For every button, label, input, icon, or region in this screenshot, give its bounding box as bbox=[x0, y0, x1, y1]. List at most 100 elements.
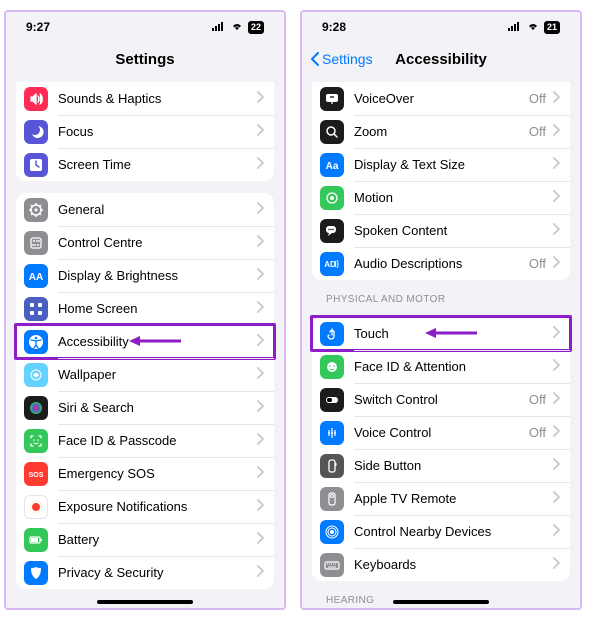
list-item-label: Focus bbox=[58, 124, 93, 139]
status-right: 21 bbox=[508, 20, 560, 34]
homescreen-icon bbox=[24, 297, 48, 321]
list-item-value: Off bbox=[529, 124, 546, 139]
list-item-label: Sounds & Haptics bbox=[58, 91, 161, 106]
list-item-value: Off bbox=[529, 392, 546, 407]
list-item-value: Off bbox=[529, 425, 546, 440]
arrow-annotation bbox=[126, 329, 186, 358]
list-item[interactable]: Touch bbox=[312, 317, 570, 350]
list-item[interactable]: Aa Display & Text Size bbox=[312, 148, 570, 181]
sounds-icon bbox=[24, 87, 48, 111]
list-item[interactable]: Focus bbox=[16, 115, 274, 148]
screentime-icon bbox=[24, 153, 48, 177]
list-item[interactable]: ZoomOff bbox=[312, 115, 570, 148]
list-item-label: Display & Text Size bbox=[354, 157, 465, 172]
list-item[interactable]: Keyboards bbox=[312, 548, 570, 581]
list-item[interactable]: Motion bbox=[312, 181, 570, 214]
list-item[interactable]: ADAudio DescriptionsOff bbox=[312, 247, 570, 280]
list-item-label: Spoken Content bbox=[354, 223, 447, 238]
svg-text:SOS: SOS bbox=[29, 472, 44, 479]
chevron-right-icon bbox=[256, 531, 264, 549]
list-item-label: Privacy & Security bbox=[58, 565, 163, 580]
chevron-right-icon bbox=[256, 498, 264, 516]
settings-list[interactable]: Sounds & Haptics Focus Screen Time GeneralC… bbox=[6, 76, 284, 608]
list-item[interactable]: Side Button bbox=[312, 449, 570, 482]
home-indicator[interactable] bbox=[393, 600, 489, 604]
chevron-right-icon bbox=[256, 366, 264, 384]
accessibility-list[interactable]: VoiceOverOffZoomOffAaDisplay & Text Size… bbox=[302, 76, 580, 608]
list-item[interactable]: Wallpaper bbox=[16, 358, 274, 391]
list-group: Sounds & Haptics Focus Screen Time bbox=[16, 82, 274, 181]
list-item[interactable]: General bbox=[16, 193, 274, 226]
list-item[interactable]: Battery bbox=[16, 523, 274, 556]
back-label: Settings bbox=[322, 51, 373, 67]
exposure-icon bbox=[24, 495, 48, 519]
signal-icon bbox=[212, 20, 226, 34]
chevron-right-icon bbox=[552, 325, 560, 343]
privacy-icon bbox=[24, 561, 48, 585]
list-item-label: Exposure Notifications bbox=[58, 499, 187, 514]
focus-icon bbox=[24, 120, 48, 144]
touch-icon bbox=[320, 322, 344, 346]
accessibility-icon bbox=[24, 330, 48, 354]
list-item[interactable]: Apple TV Remote bbox=[312, 482, 570, 515]
list-item[interactable]: Control Nearby Devices bbox=[312, 515, 570, 548]
general-icon bbox=[24, 198, 48, 222]
chevron-right-icon bbox=[552, 123, 560, 141]
sidebutton-icon bbox=[320, 454, 344, 478]
battery-level: 22 bbox=[248, 21, 264, 34]
list-item-label: Touch bbox=[354, 326, 389, 341]
status-time: 9:28 bbox=[322, 20, 346, 34]
list-item[interactable]: Voice Control Off bbox=[312, 416, 570, 449]
list-item[interactable]: AADisplay & Brightness bbox=[16, 259, 274, 292]
section-header: PHYSICAL AND MOTOR bbox=[326, 294, 570, 305]
chevron-right-icon bbox=[552, 255, 560, 273]
list-item[interactable]: Face ID & Attention bbox=[312, 350, 570, 383]
list-item-label: Home Screen bbox=[58, 301, 137, 316]
list-group: VoiceOverOffZoomOffAaDisplay & Text Size… bbox=[312, 82, 570, 280]
chevron-right-icon bbox=[552, 222, 560, 240]
chevron-right-icon bbox=[552, 523, 560, 541]
wifi-icon bbox=[526, 20, 540, 34]
faceid-icon bbox=[24, 429, 48, 453]
list-item[interactable]: Spoken Content bbox=[312, 214, 570, 247]
list-item-label: Battery bbox=[58, 532, 99, 547]
switchcontrol-icon bbox=[320, 388, 344, 412]
list-item-label: Motion bbox=[354, 190, 393, 205]
list-item-label: Emergency SOS bbox=[58, 466, 155, 481]
list-item[interactable]: VoiceOver Off bbox=[312, 82, 570, 115]
arrow-annotation bbox=[422, 321, 482, 350]
list-item[interactable]: SOS Emergency SOS bbox=[16, 457, 274, 490]
chevron-right-icon bbox=[256, 465, 264, 483]
list-item-label: Screen Time bbox=[58, 157, 131, 172]
list-item[interactable]: Home Screen bbox=[16, 292, 274, 325]
audiodesc-icon: AD bbox=[320, 252, 344, 276]
back-button[interactable]: Settings bbox=[310, 42, 373, 76]
display-icon: AA bbox=[24, 264, 48, 288]
list-item[interactable]: Sounds & Haptics bbox=[16, 82, 274, 115]
chevron-right-icon bbox=[256, 123, 264, 141]
chevron-right-icon bbox=[256, 300, 264, 318]
list-item[interactable]: Switch ControlOff bbox=[312, 383, 570, 416]
list-item-label: Keyboards bbox=[354, 557, 416, 572]
list-item[interactable]: Face ID & Passcode bbox=[16, 424, 274, 457]
status-bar: 9:27 22 bbox=[6, 12, 284, 42]
textsize-icon: Aa bbox=[320, 153, 344, 177]
list-item-label: VoiceOver bbox=[354, 91, 414, 106]
voiceover-icon bbox=[320, 87, 344, 111]
highlight-box bbox=[310, 315, 572, 352]
home-indicator[interactable] bbox=[97, 600, 193, 604]
status-time: 9:27 bbox=[26, 20, 50, 34]
list-item[interactable]: Exposure Notifications bbox=[16, 490, 274, 523]
voicecontrol-icon bbox=[320, 421, 344, 445]
list-item[interactable]: Siri & Search bbox=[16, 391, 274, 424]
list-item-value: Off bbox=[529, 91, 546, 106]
list-item[interactable]: Accessibility bbox=[16, 325, 274, 358]
page-title: Accessibility bbox=[395, 51, 487, 68]
list-item-label: Voice Control bbox=[354, 425, 431, 440]
list-item[interactable]: Control Centre bbox=[16, 226, 274, 259]
chevron-right-icon bbox=[256, 201, 264, 219]
list-item[interactable]: Screen Time bbox=[16, 148, 274, 181]
chevron-right-icon bbox=[552, 189, 560, 207]
list-item[interactable]: Privacy & Security bbox=[16, 556, 274, 589]
chevron-right-icon bbox=[552, 424, 560, 442]
